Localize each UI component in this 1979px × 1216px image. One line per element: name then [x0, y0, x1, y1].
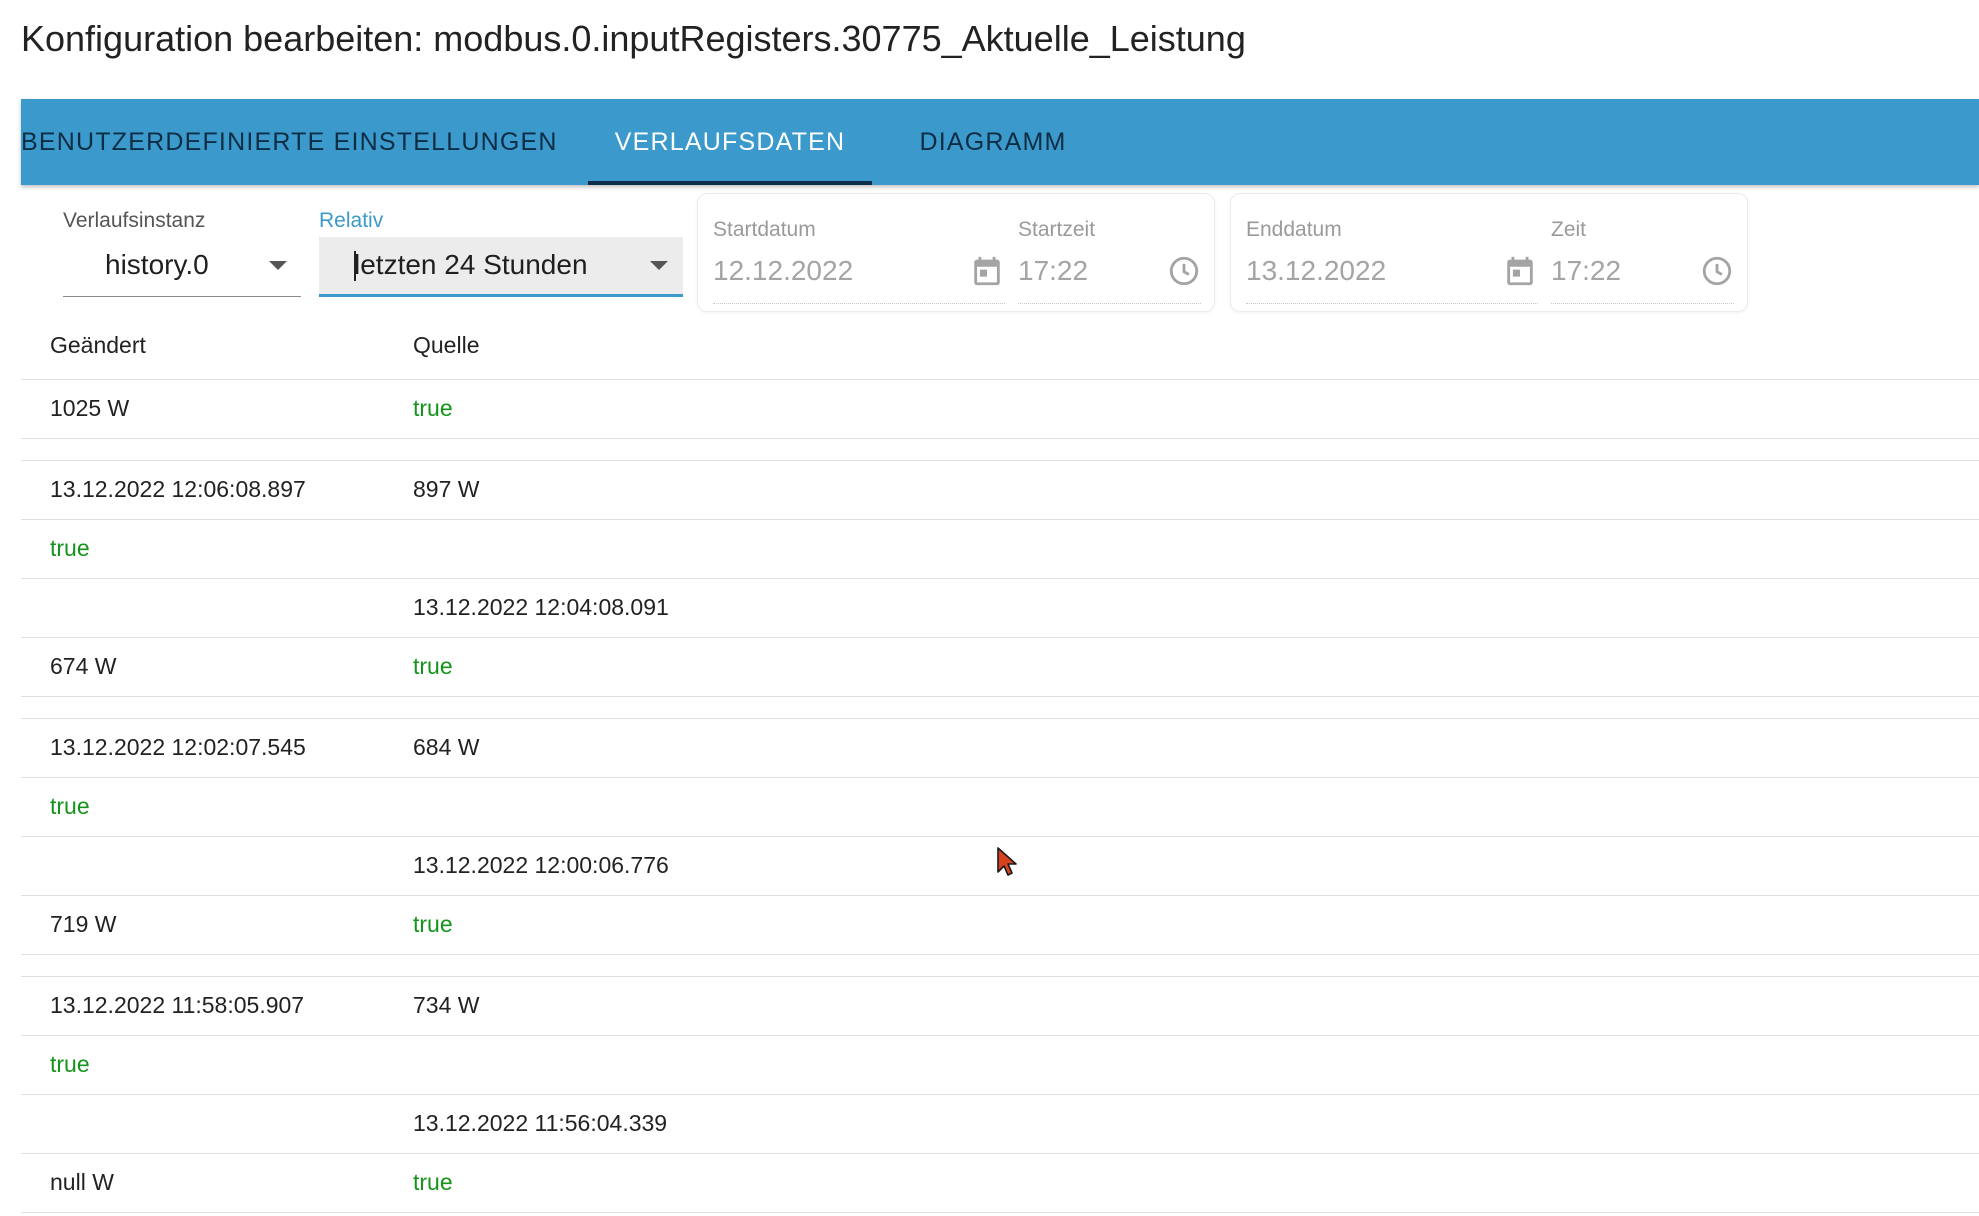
tab-chart[interactable]: DIAGRAMM: [907, 99, 1079, 185]
table-cell: 719 W: [50, 911, 117, 937]
clock-icon[interactable]: [1167, 254, 1201, 288]
table-cell-ack: true: [413, 1169, 453, 1195]
table-cell-ack: true: [50, 535, 90, 561]
relative-label: Relativ: [319, 209, 384, 232]
column-header-changed[interactable]: Geändert: [50, 332, 146, 359]
relative-value: letzten 24 Stunden: [354, 249, 588, 280]
active-tab-indicator: [588, 181, 872, 185]
table-cell: 13.12.2022 12:02:07.545: [50, 734, 306, 760]
table-cell: 13.12.2022 12:06:08.897: [50, 476, 306, 502]
table-cell-ack: true: [50, 793, 90, 819]
table-row[interactable]: true: [21, 520, 1979, 579]
dialog-title: Konfiguration bearbeiten: modbus.0.input…: [21, 18, 1246, 59]
tab-custom-settings[interactable]: BENUTZERDEFINIERTE EINSTELLUNGEN: [21, 99, 556, 185]
table-row[interactable]: 719 W true: [21, 896, 1979, 955]
instance-select[interactable]: history.0: [63, 237, 301, 297]
start-time-label: Startzeit: [1018, 218, 1096, 241]
table-row[interactable]: 674 W true: [21, 638, 1979, 697]
end-time-label: Zeit: [1551, 218, 1587, 241]
chevron-down-icon: [269, 261, 287, 270]
table-cell: 897 W: [413, 476, 480, 502]
end-datetime-group: Enddatum 13.12.2022 Zeit 17:22: [1230, 193, 1748, 312]
table-cell-ack: true: [413, 911, 453, 937]
end-date-field[interactable]: 13.12.2022: [1246, 255, 1386, 287]
table-cell: 13.12.2022 12:00:06.776: [413, 852, 669, 878]
edit-config-dialog: Konfiguration bearbeiten: modbus.0.input…: [0, 0, 1979, 1216]
table-row[interactable]: 13.12.2022 12:02:07.545 684 W: [21, 719, 1979, 778]
start-time-underline: [1018, 303, 1201, 304]
table-row[interactable]: 13.12.2022 12:06:08.897 897 W: [21, 461, 1979, 520]
start-date-underline: [713, 303, 1005, 304]
chevron-down-icon: [650, 261, 668, 270]
clock-icon[interactable]: [1700, 254, 1734, 288]
table-cell-ack: true: [413, 653, 453, 679]
table-header-row: Geändert Quelle: [21, 318, 1979, 380]
start-date-field[interactable]: 12.12.2022: [713, 255, 853, 287]
table-cell: 13.12.2022 11:58:05.907: [50, 992, 305, 1018]
end-date-label: Enddatum: [1246, 218, 1342, 241]
end-date-underline: [1246, 303, 1538, 304]
relative-select[interactable]: letzten 24 Stunden: [319, 237, 683, 297]
table-row-separator: [21, 697, 1979, 719]
table-row[interactable]: true: [21, 1036, 1979, 1095]
column-header-source[interactable]: Quelle: [413, 332, 479, 359]
table-cell-ack: true: [413, 395, 453, 421]
instance-label: Verlaufsinstanz: [63, 209, 206, 232]
start-time-field[interactable]: 17:22: [1018, 255, 1088, 287]
calendar-icon[interactable]: [1503, 254, 1537, 288]
end-time-field[interactable]: 17:22: [1551, 255, 1621, 287]
instance-value: history.0: [105, 249, 209, 280]
table-row[interactable]: 13.12.2022 12:04:08.091: [21, 579, 1979, 638]
table-row[interactable]: 13.12.2022 11:58:05.907 734 W: [21, 977, 1979, 1036]
table-row[interactable]: 13.12.2022 11:56:04.339: [21, 1095, 1979, 1154]
table-cell: 13.12.2022 12:04:08.091: [413, 594, 669, 620]
table-row[interactable]: 1025 W true: [21, 380, 1979, 439]
table-cell: 1025 W: [50, 395, 130, 421]
table-cell: 13.12.2022 11:56:04.339: [413, 1110, 668, 1136]
table-cell-ack: true: [50, 1051, 90, 1077]
table-cell: 684 W: [413, 734, 480, 760]
table-row[interactable]: true: [21, 778, 1979, 837]
end-time-underline: [1551, 303, 1734, 304]
start-datetime-group: Startdatum 12.12.2022 Startzeit 17:22: [697, 193, 1215, 312]
mouse-cursor-icon: [997, 847, 1017, 876]
start-date-label: Startdatum: [713, 218, 816, 241]
table-cell: null W: [50, 1169, 114, 1195]
table-cell: 674 W: [50, 653, 117, 679]
tab-history-data[interactable]: VERLAUFSDATEN: [588, 99, 872, 185]
table-row-separator: [21, 955, 1979, 977]
table-row[interactable]: null W true: [21, 1154, 1979, 1213]
table-cell: 734 W: [413, 992, 480, 1018]
table-row-separator: [21, 439, 1979, 461]
tab-bar: BENUTZERDEFINIERTE EINSTELLUNGEN VERLAUF…: [21, 99, 1979, 185]
calendar-icon[interactable]: [970, 254, 1004, 288]
